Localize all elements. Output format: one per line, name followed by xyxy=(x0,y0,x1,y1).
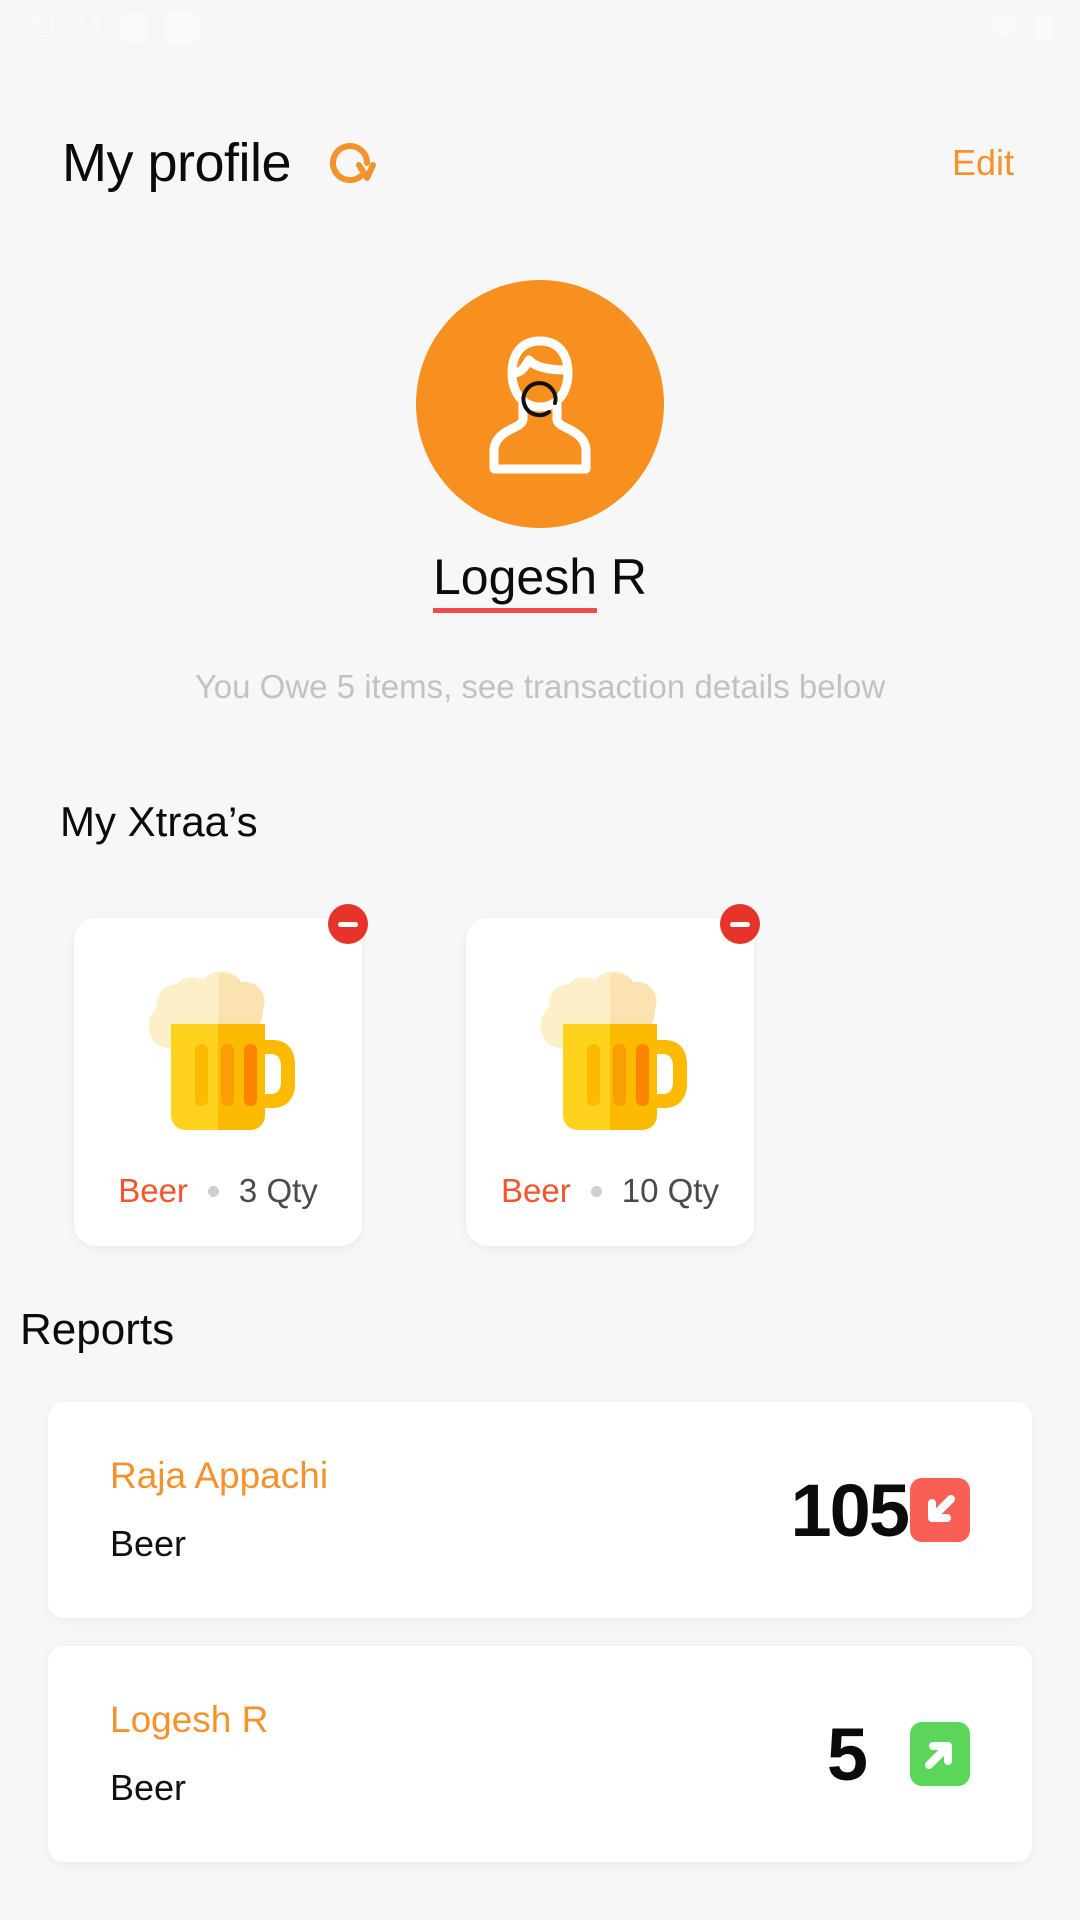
minus-circle-icon[interactable] xyxy=(720,904,760,944)
wifi-icon xyxy=(990,16,1020,39)
report-value: 5 xyxy=(826,1712,868,1796)
app-square-icon xyxy=(165,12,200,44)
xtraa-card-meta: Beer 10 Qty xyxy=(501,1172,719,1210)
report-row-info: Logesh R Beer xyxy=(110,1699,268,1809)
xtraa-card[interactable]: Beer 3 Qty xyxy=(74,904,368,1246)
report-row[interactable]: Raja Appachi Beer 105 xyxy=(48,1402,1032,1618)
report-item-name: Beer xyxy=(110,1767,187,1808)
battery-icon xyxy=(1036,14,1052,42)
xtraa-card-meta: Beer 3 Qty xyxy=(118,1172,318,1210)
report-row-info: Raja Appachi Beer xyxy=(110,1455,328,1565)
report-item-name: Beer xyxy=(110,1523,187,1564)
xtraa-item-qty: 3 Qty xyxy=(238,1172,318,1209)
status-bar-right xyxy=(990,14,1052,42)
reports-list: Raja Appachi Beer 105 Logesh R Beer 5 xyxy=(48,1402,1032,1890)
profile-screen: 11:24 My profile Edit Logesh R You Owe 5… xyxy=(0,0,1080,1920)
separator-dot-icon xyxy=(590,1185,602,1197)
status-bar: 11:24 xyxy=(0,0,1080,56)
beer-mug-icon xyxy=(133,962,303,1142)
refresh-icon[interactable] xyxy=(319,132,381,194)
report-row-value-group: 5 xyxy=(827,1712,970,1797)
status-bar-clock: 11:24 xyxy=(28,11,104,44)
app-square-icon xyxy=(121,13,148,43)
profile-subtitle: You Owe 5 items, see transaction details… xyxy=(194,668,886,705)
beer-mug-icon xyxy=(525,962,695,1142)
profile-name-first: Logesh xyxy=(432,549,598,613)
report-person-name: Logesh R xyxy=(110,1699,269,1740)
xtraa-item-name: Beer xyxy=(118,1172,188,1209)
page-header: My profile Edit xyxy=(0,118,1080,208)
report-row-value-group: 105 xyxy=(791,1468,970,1553)
xtraa-item-name: Beer xyxy=(501,1172,571,1209)
xtraa-card[interactable]: Beer 10 Qty xyxy=(466,904,760,1246)
arrow-up-right-icon xyxy=(910,1722,970,1786)
status-bar-left: 11:24 xyxy=(28,11,200,45)
separator-dot-icon xyxy=(207,1185,219,1197)
avatar[interactable] xyxy=(416,280,664,528)
section-title-xtraa: My Xtraa’s xyxy=(60,798,258,845)
loading-spinner-icon xyxy=(515,369,569,423)
report-value: 105 xyxy=(790,1468,910,1552)
xtraa-card-list: Beer 3 Qty Beer 10 Qty xyxy=(74,904,760,1246)
profile-name: Logesh R xyxy=(0,548,1080,613)
report-row[interactable]: Logesh R Beer 5 xyxy=(48,1646,1032,1862)
avatar-container xyxy=(0,280,1080,528)
xtraa-item-qty: 10 Qty xyxy=(621,1172,719,1209)
page-title: My profile xyxy=(62,133,292,193)
report-person-name: Raja Appachi xyxy=(110,1455,329,1496)
section-title-reports: Reports xyxy=(20,1305,175,1354)
minus-circle-icon[interactable] xyxy=(328,904,368,944)
edit-button[interactable]: Edit xyxy=(948,136,1018,190)
arrow-down-left-icon xyxy=(910,1478,970,1542)
profile-name-last: R xyxy=(597,549,648,605)
